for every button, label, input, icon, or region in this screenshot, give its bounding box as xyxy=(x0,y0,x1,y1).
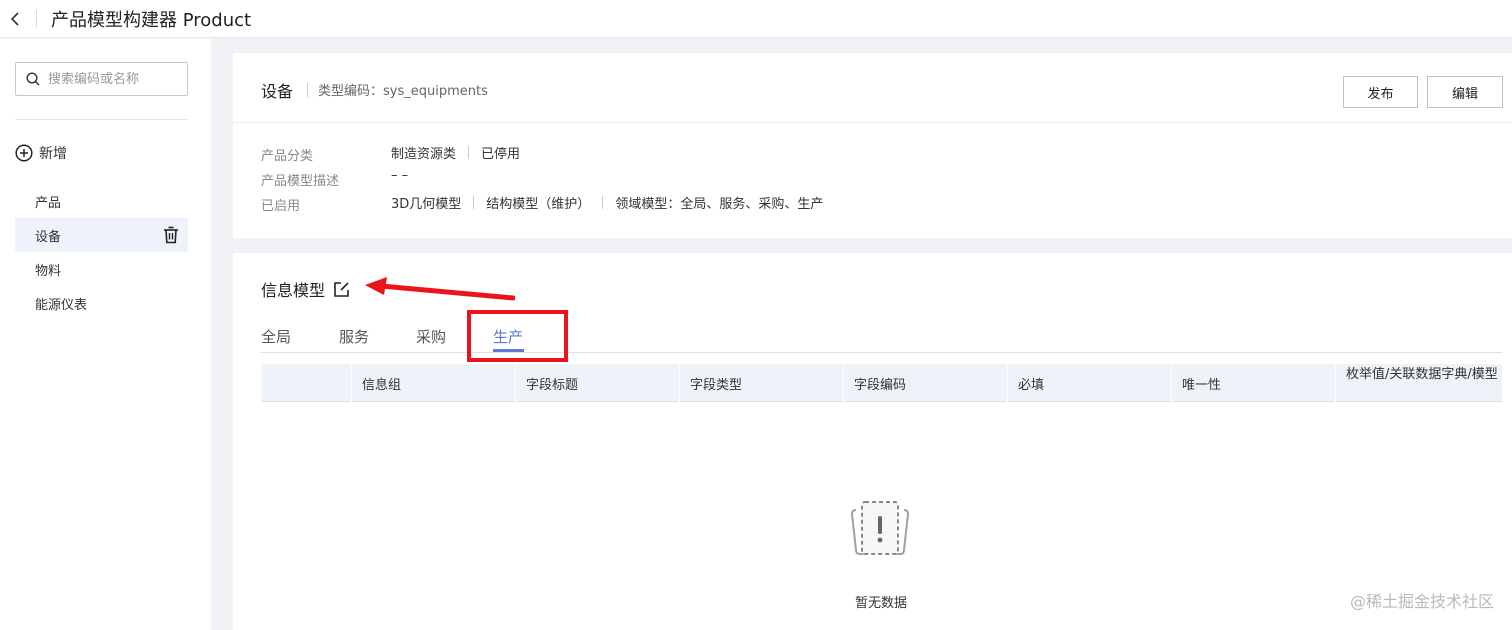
plus-circle-icon xyxy=(15,144,33,162)
annotation-highlight-box xyxy=(467,310,568,362)
info-model-card: 信息模型 全局 服务 采购 生产 信息组 字段标题 字段类型 字段编码 必填 唯… xyxy=(233,253,1512,630)
sidebar-item-label: 产品 xyxy=(35,195,62,211)
column-header-info-group[interactable]: 信息组 xyxy=(351,364,515,402)
tab-global[interactable]: 全局 xyxy=(261,326,291,347)
title-divider xyxy=(307,83,308,97)
column-header-unique[interactable]: 唯一性 xyxy=(1171,364,1335,402)
value-divider xyxy=(468,146,470,159)
sidebar-divider xyxy=(15,119,188,120)
add-new-label: 新增 xyxy=(39,146,67,162)
column-header-field-title[interactable]: 字段标题 xyxy=(515,364,679,402)
table-header: 信息组 字段标题 字段类型 字段编码 必填 唯一性 枚举值/关联数据字典/模型 xyxy=(261,364,1502,402)
info-value: 3D几何模型 结构模型（维护） 领域模型：全局、服务、采购、生产 xyxy=(391,193,823,212)
tab-service[interactable]: 服务 xyxy=(339,326,369,347)
annotation-arrow xyxy=(365,277,515,301)
detail-card: 设备 类型编码：sys_equipments 发布 编辑 产品分类 制造资源类 … xyxy=(233,53,1512,238)
page-title: 产品模型构建器 Product xyxy=(51,9,252,31)
sidebar-list: 产品 设备 物料 能源仪表 xyxy=(15,184,188,320)
empty-data-icon xyxy=(850,501,910,555)
publish-button[interactable]: 发布 xyxy=(1343,76,1418,108)
back-button[interactable] xyxy=(0,0,30,38)
info-value: 制造资源类 已停用 xyxy=(391,143,520,162)
column-header-required[interactable]: 必填 xyxy=(1007,364,1171,402)
sidebar-item-equipment[interactable]: 设备 xyxy=(15,218,188,252)
chevron-left-icon xyxy=(10,11,19,26)
add-new-button[interactable]: 新增 xyxy=(15,143,67,163)
description-value: – – xyxy=(391,168,409,183)
search-box[interactable] xyxy=(15,62,188,96)
status-value: 已停用 xyxy=(481,147,521,162)
value-divider xyxy=(602,196,604,209)
sidebar-item-product[interactable]: 产品 xyxy=(15,184,188,218)
sidebar-item-material[interactable]: 物料 xyxy=(15,252,188,286)
info-model-title: 信息模型 xyxy=(261,277,350,301)
tab-purchase[interactable]: 采购 xyxy=(416,326,446,347)
column-header-enum[interactable]: 枚举值/关联数据字典/模型 xyxy=(1335,364,1502,402)
sidebar-item-label: 设备 xyxy=(35,229,62,245)
header-divider xyxy=(36,9,37,28)
trash-icon[interactable] xyxy=(162,226,180,244)
sidebar-item-energy-meter[interactable]: 能源仪表 xyxy=(15,286,188,320)
sidebar-item-label: 能源仪表 xyxy=(35,297,88,313)
search-input[interactable] xyxy=(48,71,178,87)
info-model-tabs: 全局 服务 采购 生产 xyxy=(261,323,1502,353)
card-divider xyxy=(233,122,1512,123)
sidebar-item-label: 物料 xyxy=(35,263,62,279)
sidebar: 新增 产品 设备 物料 能源仪表 xyxy=(0,39,211,630)
search-icon xyxy=(26,72,40,86)
info-value: – – xyxy=(391,168,408,183)
top-header: 产品模型构建器 Product xyxy=(0,0,1512,38)
column-header-field-code[interactable]: 字段编码 xyxy=(843,364,1007,402)
detail-name: 设备 xyxy=(261,82,294,101)
type-code: 类型编码：sys_equipments xyxy=(318,84,488,99)
empty-data-text: 暂无数据 xyxy=(854,596,907,611)
info-label: 产品分类 xyxy=(261,149,314,164)
enabled-model-structure: 结构模型（维护） xyxy=(486,197,591,212)
edit-button[interactable]: 编辑 xyxy=(1427,76,1503,108)
edit-icon[interactable] xyxy=(333,281,350,298)
info-model-title-text: 信息模型 xyxy=(261,281,326,300)
category-value: 制造资源类 xyxy=(391,147,457,162)
column-header-field-type[interactable]: 字段类型 xyxy=(679,364,843,402)
watermark: @稀土掘金技术社区 xyxy=(1349,592,1494,611)
enabled-model-domain: 领域模型：全局、服务、采购、生产 xyxy=(615,197,824,212)
enabled-model-3d: 3D几何模型 xyxy=(391,197,462,212)
value-divider xyxy=(473,196,475,209)
info-label: 已启用 xyxy=(261,199,301,214)
info-label: 产品模型描述 xyxy=(261,174,340,189)
